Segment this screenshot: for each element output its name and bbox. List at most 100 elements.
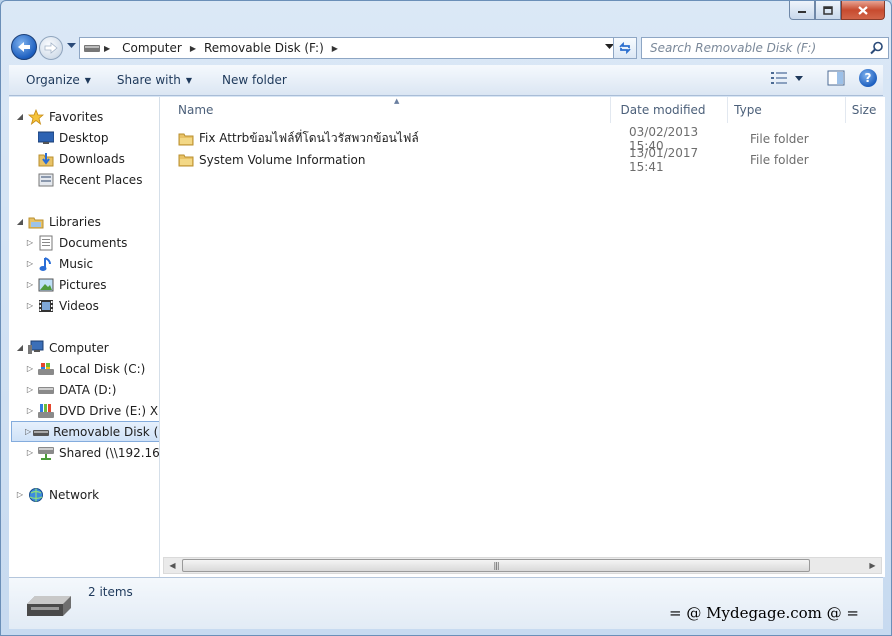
- column-header-type[interactable]: Type: [728, 97, 846, 123]
- expand-icon[interactable]: ▷: [25, 448, 35, 457]
- search-placeholder: Search Removable Disk (F:): [650, 41, 817, 55]
- expand-icon[interactable]: ▷: [15, 490, 25, 499]
- folder-icon: [178, 154, 194, 166]
- column-date-label: Date modified: [620, 103, 706, 117]
- organize-button[interactable]: Organize ▼: [17, 65, 100, 95]
- refresh-button[interactable]: [613, 37, 637, 59]
- new-folder-button[interactable]: New folder: [213, 65, 296, 95]
- expand-icon[interactable]: ▷: [25, 301, 35, 310]
- new-folder-label: New folder: [221, 73, 287, 87]
- toolbar-right: ?: [771, 69, 877, 87]
- column-header-size[interactable]: Size: [846, 97, 885, 123]
- collapse-icon[interactable]: ◢: [15, 112, 25, 121]
- breadcrumb-separator-icon[interactable]: ▶: [100, 44, 114, 53]
- share-with-label: Share with: [116, 73, 181, 87]
- horizontal-scrollbar[interactable]: ◀ ||| ▶: [163, 557, 882, 574]
- file-name-cell: System Volume Information: [160, 153, 610, 167]
- expand-icon[interactable]: ▷: [25, 364, 35, 373]
- tree-item-downloads[interactable]: Downloads: [25, 148, 125, 169]
- chevron-down-icon: ▼: [185, 75, 192, 85]
- file-name: Fix Attrbข้อมไฟล์ที่โดนไวรัสพวกข้อนไฟล์: [199, 131, 419, 145]
- search-icon[interactable]: [870, 41, 884, 55]
- tree-libraries[interactable]: ◢ Libraries: [15, 211, 101, 232]
- breadcrumb-removable-disk[interactable]: Removable Disk (F:): [200, 38, 328, 58]
- file-list: Name Date modified Type Size ▲ Fix Attrb…: [160, 97, 885, 577]
- chevron-down-icon: [795, 75, 803, 81]
- details-pane: 2 items = @ Mydegage.com @ =: [9, 577, 883, 629]
- close-button[interactable]: [841, 1, 885, 20]
- tree-item-removable-disk-f[interactable]: ▷ Removable Disk (F:: [11, 421, 159, 442]
- expand-icon[interactable]: ▷: [25, 238, 35, 247]
- removable-drive-icon: [33, 424, 50, 440]
- dvd-drive-icon: [37, 403, 55, 419]
- tree-item-videos[interactable]: ▷ Videos: [25, 295, 99, 316]
- forward-button[interactable]: [39, 36, 63, 60]
- preview-pane-icon[interactable]: [827, 70, 845, 86]
- back-button[interactable]: [11, 34, 37, 60]
- minimize-button[interactable]: [789, 1, 815, 20]
- tree-favorites[interactable]: ◢ Favorites: [15, 106, 103, 127]
- table-row[interactable]: System Volume Information 13/01/2017 15:…: [160, 146, 885, 174]
- explorer-window: ▶ Computer ▶ Removable Disk (F:) ▶ Searc…: [0, 0, 892, 636]
- navigation-pane: ◢ Favorites Desktop Downloads Recent Pla…: [9, 97, 160, 577]
- expand-icon[interactable]: ▷: [25, 427, 31, 436]
- star-icon: [27, 108, 45, 125]
- file-name-cell: Fix Attrbข้อมไฟล์ที่โดนไวรัสพวกข้อนไฟล์: [160, 129, 610, 148]
- expand-icon[interactable]: ▷: [25, 259, 35, 268]
- folder-icon: [178, 133, 194, 145]
- expand-icon[interactable]: ▷: [25, 385, 35, 394]
- column-header-name[interactable]: Name: [160, 97, 611, 123]
- address-bar[interactable]: ▶ Computer ▶ Removable Disk (F:) ▶: [79, 37, 621, 59]
- tree-computer[interactable]: ◢ Computer: [15, 337, 109, 358]
- tree-item-shared-network-drive[interactable]: ▷ Shared (\\192.168.1: [25, 442, 159, 463]
- tree-item-label: Desktop: [59, 130, 109, 145]
- scroll-right-icon[interactable]: ▶: [864, 558, 881, 573]
- details-view-icon: [771, 72, 787, 84]
- close-icon: [858, 5, 868, 15]
- computer-icon: [27, 340, 45, 356]
- file-date: 13/01/2017 15:41: [629, 145, 699, 174]
- tree-item-label: Music: [59, 256, 94, 271]
- breadcrumb-separator-icon[interactable]: ▶: [186, 44, 200, 53]
- arrow-right-icon: [44, 42, 58, 54]
- recent-pages-dropdown-icon[interactable]: [67, 43, 76, 49]
- network-drive-icon: [37, 445, 55, 461]
- arrow-left-icon: [18, 42, 30, 52]
- network-icon: [27, 487, 45, 503]
- tree-item-dvd-drive-e[interactable]: ▷ DVD Drive (E:) X16-: [25, 400, 159, 421]
- tree-item-label: DVD Drive (E:) X16-: [59, 403, 159, 418]
- drive-crumb-icon: ▶: [80, 38, 118, 58]
- scroll-left-icon[interactable]: ◀: [164, 558, 181, 573]
- tree-item-documents[interactable]: ▷ Documents: [25, 232, 127, 253]
- removable-drive-icon: [84, 45, 100, 52]
- tree-item-music[interactable]: ▷ Music: [25, 253, 93, 274]
- expand-icon[interactable]: ▷: [25, 280, 35, 289]
- collapse-icon[interactable]: ◢: [15, 217, 25, 226]
- tree-favorites-label: Favorites: [49, 109, 104, 124]
- tree-item-recent-places[interactable]: Recent Places: [25, 169, 142, 190]
- tree-item-label: Downloads: [59, 151, 125, 166]
- tree-item-desktop[interactable]: Desktop: [25, 127, 109, 148]
- collapse-icon[interactable]: ◢: [15, 343, 25, 352]
- chevron-down-icon: ▼: [84, 75, 91, 85]
- tree-network[interactable]: ▷ Network: [15, 484, 99, 505]
- tree-item-local-disk-c[interactable]: ▷ Local Disk (C:): [25, 358, 145, 379]
- breadcrumb-separator-icon[interactable]: ▶: [328, 44, 342, 53]
- expand-icon[interactable]: ▷: [25, 406, 35, 415]
- tree-item-pictures[interactable]: ▷ Pictures: [25, 274, 107, 295]
- refresh-icon: [619, 41, 631, 55]
- help-icon[interactable]: ?: [859, 69, 877, 87]
- tree-item-data-d[interactable]: ▷ DATA (D:): [25, 379, 116, 400]
- pictures-icon: [37, 277, 55, 293]
- table-row[interactable]: Fix Attrbข้อมไฟล์ที่โดนไวรัสพวกข้อนไฟล์ …: [160, 125, 885, 153]
- tree-item-label: Local Disk (C:): [59, 361, 146, 376]
- share-with-button[interactable]: Share with ▼: [108, 65, 201, 95]
- change-view-button[interactable]: [771, 71, 803, 85]
- scrollbar-thumb[interactable]: |||: [182, 559, 810, 572]
- breadcrumb-computer[interactable]: Computer: [118, 38, 186, 58]
- tree-computer-label: Computer: [49, 340, 109, 355]
- column-header-date-modified[interactable]: Date modified: [611, 97, 729, 123]
- item-count: 2 items: [88, 585, 133, 599]
- maximize-button[interactable]: [815, 1, 841, 20]
- search-box[interactable]: Search Removable Disk (F:): [641, 37, 889, 59]
